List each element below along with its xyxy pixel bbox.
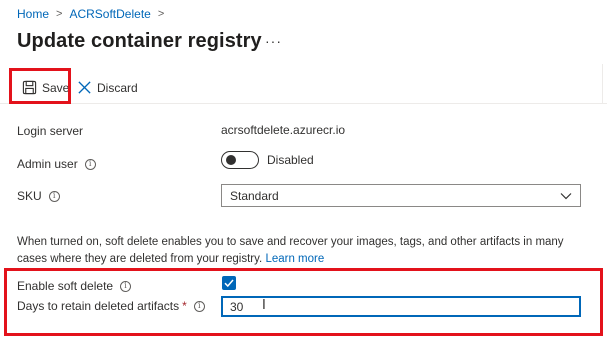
page: Home > ACRSoftDelete > Update container … — [0, 0, 607, 342]
breadcrumb-home[interactable]: Home — [17, 7, 49, 21]
breadcrumb-separator: > — [157, 8, 165, 20]
admin-user-label: Admin user i — [17, 157, 96, 171]
breadcrumb-registry[interactable]: ACRSoftDelete — [69, 7, 150, 21]
info-icon[interactable]: i — [48, 190, 60, 202]
more-options-icon[interactable]: ··· — [265, 33, 282, 49]
admin-user-label-text: Admin user — [17, 157, 78, 171]
info-icon[interactable]: i — [84, 158, 96, 170]
close-icon — [77, 80, 92, 95]
discard-button[interactable]: Discard — [77, 80, 138, 95]
breadcrumb-separator: > — [56, 8, 63, 20]
sku-label: SKU i — [17, 189, 60, 203]
discard-label: Discard — [97, 80, 138, 95]
toolbar-divider — [0, 103, 607, 104]
login-server-value: acrsoftdelete.azurecr.io — [221, 123, 346, 137]
sku-label-text: SKU — [17, 189, 42, 203]
login-server-label-text: Login server — [17, 124, 84, 138]
breadcrumb: Home > ACRSoftDelete > — [17, 7, 171, 21]
page-title: Update container registry — [17, 30, 262, 52]
admin-user-toggle[interactable]: Disabled — [221, 151, 314, 169]
learn-more-link[interactable]: Learn more — [265, 253, 324, 265]
soft-delete-description: When turned on, soft delete enables you … — [17, 234, 592, 268]
sku-selected: Standard — [230, 189, 279, 203]
login-server-label: Login server — [17, 124, 83, 138]
toggle-switch[interactable] — [221, 151, 259, 169]
toolbar-divider — [602, 64, 603, 104]
toggle-knob — [226, 155, 236, 165]
soft-delete-highlight-box — [4, 268, 603, 336]
admin-user-state: Disabled — [267, 153, 314, 167]
chevron-down-icon — [560, 190, 572, 202]
save-highlight-box — [9, 68, 71, 104]
sku-dropdown[interactable]: Standard — [221, 184, 581, 207]
